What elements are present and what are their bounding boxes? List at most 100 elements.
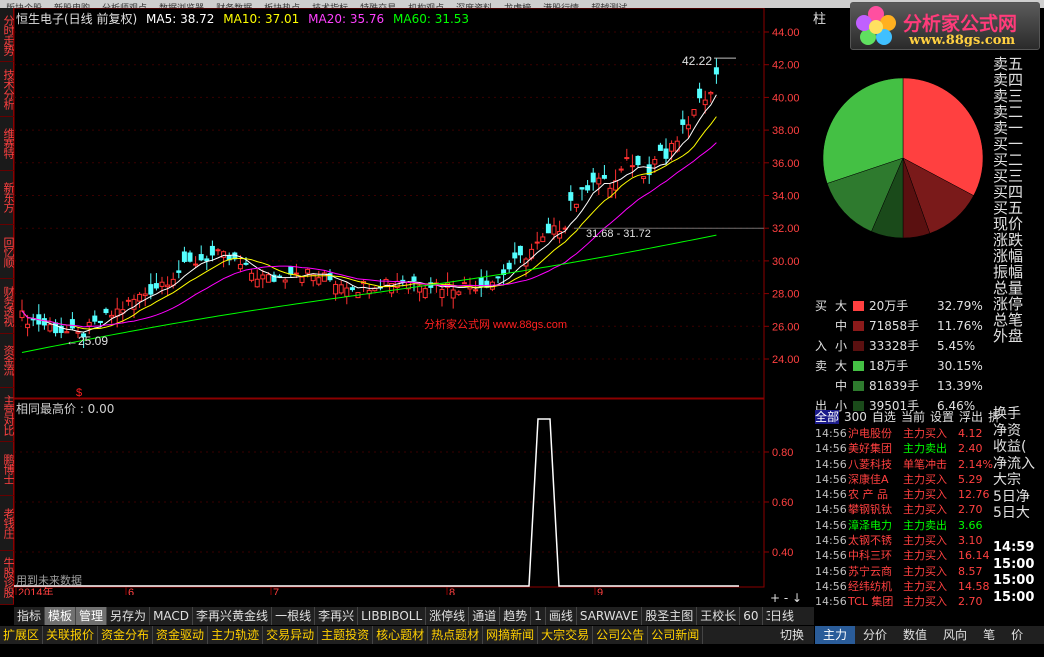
candle-body — [708, 91, 714, 95]
extension-tab[interactable]: 公司新闻 — [648, 626, 704, 644]
right-bottom-tab[interactable]: 分价 — [855, 626, 895, 644]
indicator-button[interactable]: 30 — [763, 607, 770, 625]
news-value: 4.12 — [958, 427, 983, 440]
right-tab[interactable]: 全部 — [815, 410, 840, 424]
order-book-label: 涨跌 — [993, 231, 1024, 249]
news-action: 主力买入 — [903, 534, 947, 548]
indicator-button[interactable]: 李再兴黄金线 — [193, 607, 273, 625]
right-tab[interactable]: 自选 — [872, 410, 896, 424]
extension-tab[interactable]: 公司公告 — [593, 626, 649, 644]
indicator-button[interactable]: 李再兴 — [315, 607, 359, 625]
legend-ma10: MA10: 37.01 — [223, 12, 300, 26]
indicator-button[interactable]: 60 — [740, 607, 763, 625]
switch-button[interactable]: 切换 — [770, 626, 814, 644]
candle-body — [495, 276, 501, 279]
price-axis-label: 34.00 — [772, 191, 800, 203]
kline-chart[interactable]: 44.00 42.00 40.00 38.00 36.00 34.00 32.00 30.00… — [13, 7, 812, 609]
time-axis-label: 6 — [128, 587, 134, 595]
period-label[interactable]: 日线 — [770, 607, 814, 625]
fund-flow-news[interactable]: 14:56 沪电股份 主力买入 4.12 14:56 美好集团 主力卖出 2.40 14:56 八… — [815, 426, 995, 610]
left-tab[interactable]: 技术分析 — [0, 62, 14, 117]
indicator-button[interactable]: 通道 — [469, 607, 501, 625]
extension-tab[interactable]: 主力轨迹 — [208, 626, 264, 644]
indicator-button[interactable]: 画线 — [546, 607, 577, 625]
extension-tab[interactable]: 扩展区 — [0, 626, 44, 644]
extension-tab[interactable]: 热点题材 — [428, 626, 484, 644]
news-row[interactable]: 14:56 深康佳A 主力买入 5.29 — [815, 472, 995, 487]
indicator-button[interactable]: SARWAVE — [577, 607, 643, 625]
left-tab[interactable]: 鹏博士 — [0, 442, 14, 497]
price-panel-frame — [13, 7, 765, 399]
left-tab[interactable]: 主营对比 — [0, 388, 14, 443]
extension-tab[interactable]: 资金分布 — [98, 626, 154, 644]
news-action: 主力买入 — [903, 503, 947, 517]
left-tab[interactable]: 老钱庄 — [0, 496, 14, 551]
left-tab[interactable]: 维赛特 — [0, 117, 14, 171]
news-row[interactable]: 14:56 中科三环 主力买入 16.14 — [815, 548, 995, 563]
extension-tab[interactable]: 主题投资 — [318, 626, 374, 644]
indicator-button[interactable]: 股圣主图 — [642, 607, 698, 625]
right-tab[interactable]: 浮出 — [959, 410, 983, 424]
news-row[interactable]: 14:56 攀钢钒钛 主力买入 2.70 — [815, 502, 995, 517]
news-row[interactable]: 14:56 八菱科技 单笔冲击 2.14% — [815, 457, 995, 472]
flow-percent: 32.79% — [937, 299, 983, 313]
news-time: 14:56 — [815, 534, 847, 548]
right-bottom-tab[interactable]: 数值 — [895, 626, 935, 644]
news-row[interactable]: 14:56 沪电股份 主力买入 4.12 — [815, 426, 995, 441]
indicator-button[interactable]: 1 — [531, 607, 546, 625]
watermark: 分析家公式网 www.88gs.com — [424, 317, 567, 331]
indicator-button[interactable]: 涨停线 — [426, 607, 470, 625]
candle-body — [596, 177, 602, 185]
extension-tab[interactable]: 网摘新闻 — [483, 626, 539, 644]
stat-label: 净资 — [993, 422, 1021, 439]
right-bottom-tab[interactable]: 价 — [1003, 626, 1031, 644]
left-tab[interactable]: 分时走势 — [0, 8, 14, 63]
left-tab[interactable]: 牛股诊股 — [0, 551, 14, 605]
indicator-button[interactable]: 趋势 — [500, 607, 532, 625]
right-bottom-tab[interactable]: 主力 — [815, 626, 856, 644]
news-action: 主力买入 — [903, 427, 947, 440]
left-tab[interactable]: 回忆顺 — [0, 225, 14, 280]
flow-swatch — [853, 361, 864, 371]
candle-body — [652, 159, 658, 165]
extension-tab[interactable]: 关联报价 — [43, 626, 99, 644]
indicator-button[interactable]: 管理 — [76, 607, 108, 625]
news-row[interactable]: 14:56 美好集团 主力卖出 2.40 — [815, 441, 995, 456]
extension-tab[interactable]: 交易异动 — [263, 626, 319, 644]
news-row[interactable]: 14:56 TCL 集团 主力买入 2.70 — [815, 594, 995, 609]
candle-body — [461, 282, 467, 285]
indicator-button[interactable]: LIBBIBOLL — [358, 607, 427, 625]
news-row[interactable]: 14:56 太钢不锈 主力买入 3.10 — [815, 533, 995, 548]
low-price-label: ←25.09 — [66, 334, 108, 348]
indicator-button[interactable]: 王校长 — [697, 607, 741, 625]
extension-tab[interactable]: 资金驱动 — [153, 626, 209, 644]
right-tabs[interactable]: 全部 300 自选 当前 设置 浮出折 — [815, 408, 1000, 424]
extension-tab[interactable]: 核心题材 — [373, 626, 429, 644]
order-book-label: 总笔 — [993, 311, 1024, 329]
flow-size: 小 — [835, 339, 848, 353]
left-tab[interactable]: 新东方 — [0, 171, 14, 226]
zoom-controls[interactable]: + - ↓ — [770, 590, 814, 606]
left-tab[interactable]: 财务透视 — [0, 279, 14, 334]
indicator-button[interactable]: 指标 — [14, 607, 46, 625]
right-bottom-tab[interactable]: 风向 — [935, 626, 975, 644]
flow-amount: 81839手 — [869, 379, 920, 393]
left-tab[interactable]: 资金流 — [0, 334, 14, 388]
right-tab[interactable]: 设置 — [930, 410, 954, 424]
indicator-button[interactable]: 另存为 — [107, 607, 151, 625]
news-row[interactable]: 14:56 漳泽电力 主力卖出 3.66 — [815, 518, 995, 533]
future-data-note: 用到未来数据 — [16, 573, 82, 587]
indicator-button[interactable]: 模板 — [45, 607, 77, 625]
right-tab[interactable]: 300 — [844, 410, 867, 424]
chart-area[interactable]: 44.00 42.00 40.00 38.00 36.00 34.00 32.00 30.00… — [13, 7, 812, 609]
extension-tab[interactable]: 大宗交易 — [538, 626, 594, 644]
news-value: 3.10 — [958, 534, 983, 548]
flow-size: 中 — [835, 319, 848, 333]
indicator-button[interactable]: MACD — [150, 607, 194, 625]
news-row[interactable]: 14:56 经纬纺机 主力买入 14.58 — [815, 579, 995, 594]
news-row[interactable]: 14:56 农 产 品 主力买入 12.76 — [815, 487, 995, 502]
right-bottom-tab[interactable]: 笔 — [975, 626, 1003, 644]
right-tab[interactable]: 当前 — [901, 410, 925, 424]
indicator-button[interactable]: 一根线 — [272, 607, 316, 625]
news-row[interactable]: 14:56 苏宁云商 主力买入 8.57 — [815, 564, 995, 579]
